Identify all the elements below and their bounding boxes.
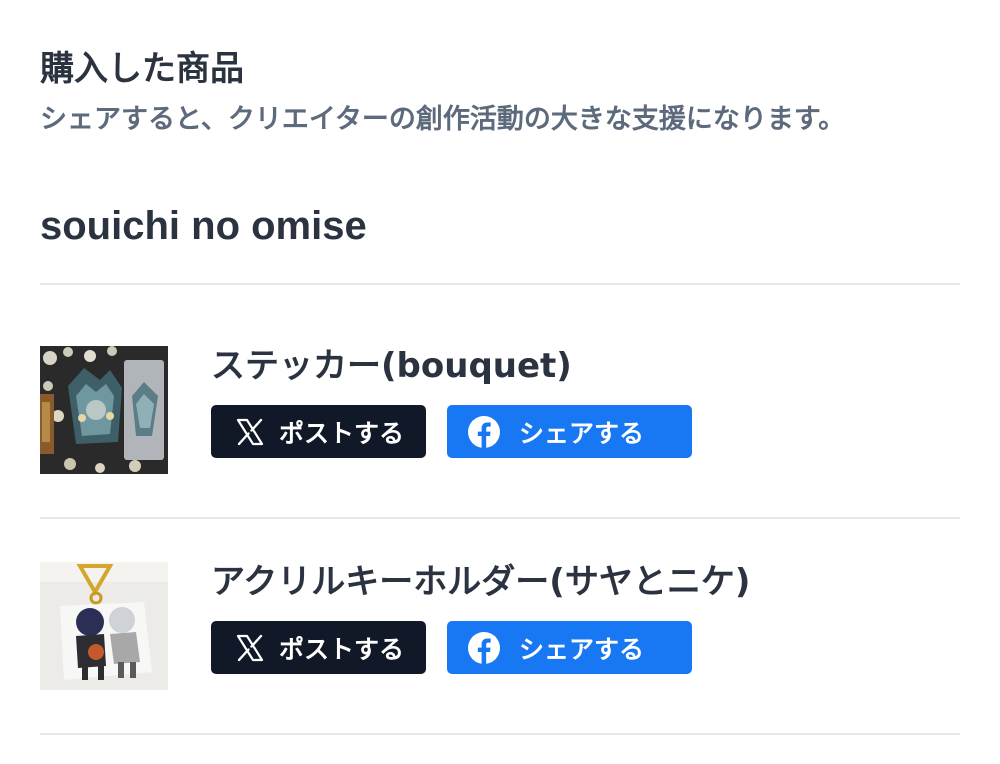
divider: [40, 733, 960, 735]
facebook-share-label: シェアする: [519, 418, 645, 448]
facebook-share-button[interactable]: シェアする: [447, 621, 692, 674]
x-logo-icon: [235, 633, 265, 663]
purchased-item: アクリルキーホルダー(サヤとニケ) ポストする シェアする: [40, 562, 960, 690]
product-thumbnail[interactable]: [40, 562, 168, 690]
facebook-logo-icon: [467, 631, 501, 665]
facebook-share-button[interactable]: シェアする: [447, 405, 692, 458]
item-name[interactable]: ステッカー(bouquet): [211, 342, 572, 390]
page-subtitle: シェアすると、クリエイターの創作活動の大きな支援になります。: [40, 104, 846, 135]
product-thumbnail[interactable]: [40, 346, 168, 474]
x-post-button[interactable]: ポストする: [211, 621, 426, 674]
x-post-label: ポストする: [279, 418, 405, 448]
x-logo-icon: [235, 417, 265, 447]
x-post-label: ポストする: [279, 634, 405, 664]
facebook-share-label: シェアする: [519, 634, 645, 664]
page-title: 購入した商品: [40, 49, 244, 89]
divider: [40, 283, 960, 285]
purchased-items-page: 購入した商品 シェアすると、クリエイターの創作活動の大きな支援になります。 so…: [0, 0, 1000, 764]
facebook-logo-icon: [467, 415, 501, 449]
purchased-item: ステッカー(bouquet) ポストする シェアする: [40, 346, 960, 474]
shop-name[interactable]: souichi no omise: [40, 198, 367, 254]
item-name[interactable]: アクリルキーホルダー(サヤとニケ): [211, 558, 750, 606]
divider: [40, 517, 960, 519]
x-post-button[interactable]: ポストする: [211, 405, 426, 458]
